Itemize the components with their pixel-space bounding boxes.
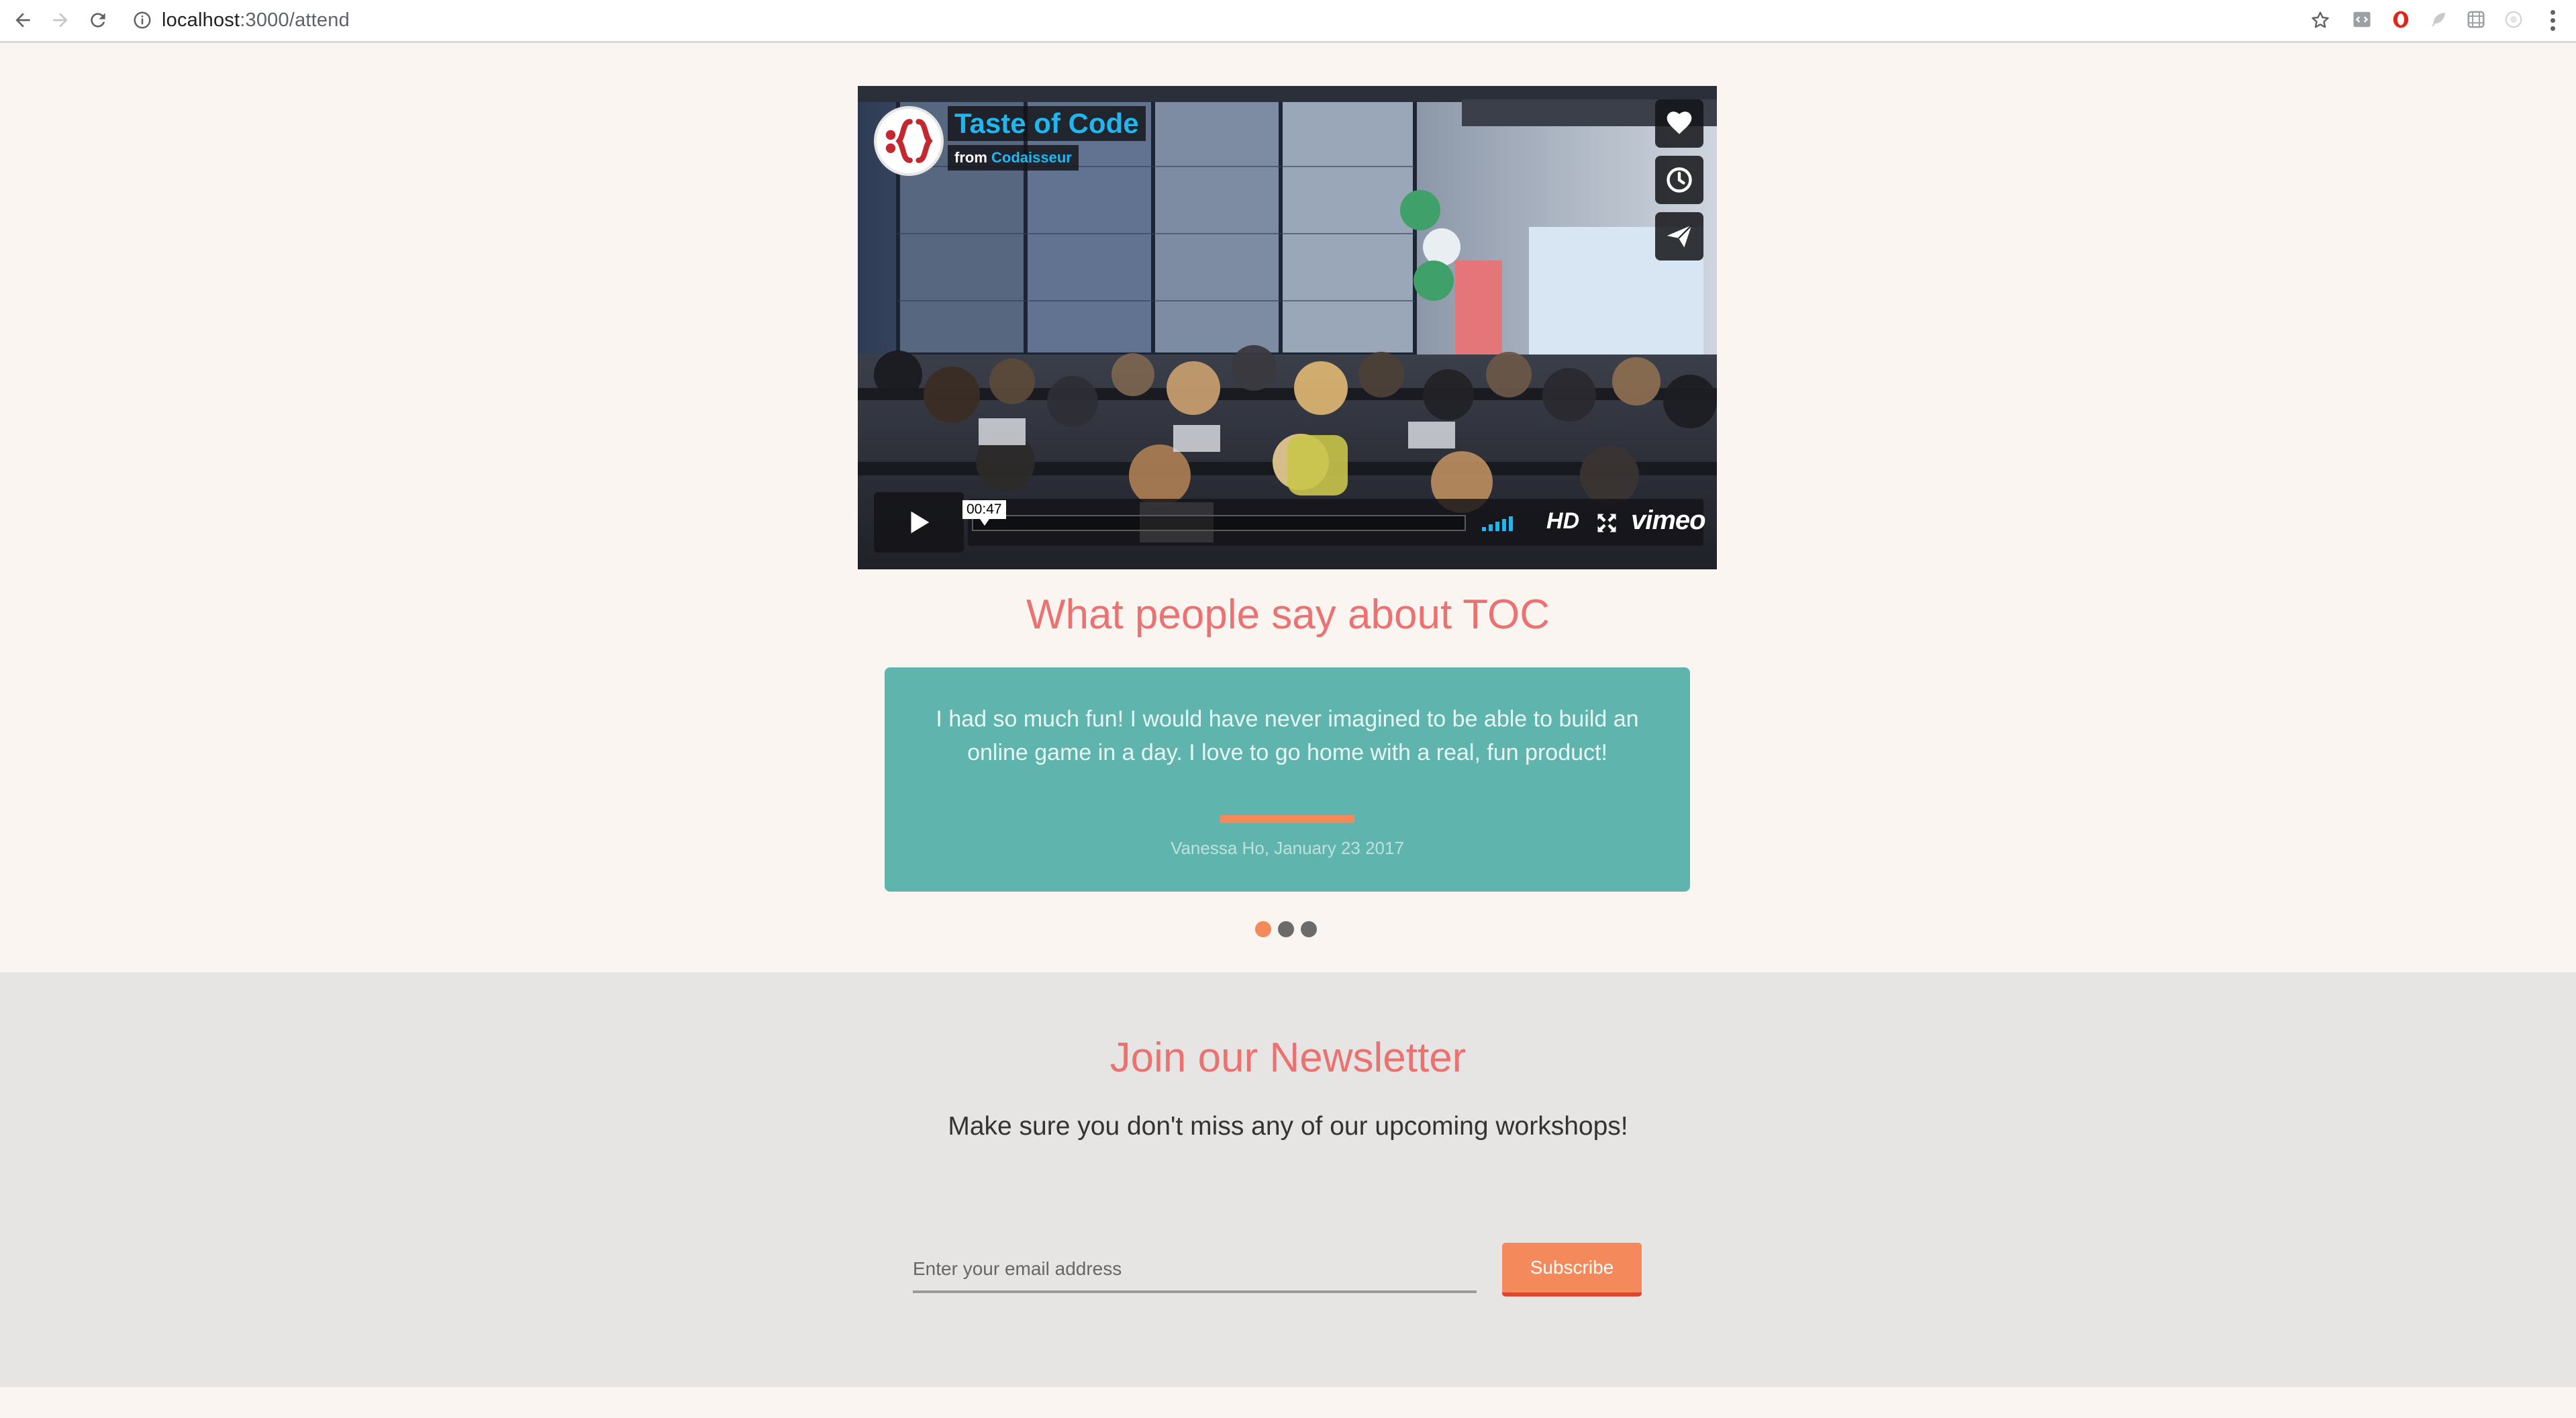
testimonial-card: I had so much fun! I would have never im… <box>885 667 1690 892</box>
reload-icon <box>91 13 105 28</box>
url-text: localhost:3000/attend <box>162 9 350 32</box>
address-bar[interactable]: localhost:3000/attend <box>124 3 2352 37</box>
video-branding: Taste of Code from Codaisseur <box>874 106 1146 176</box>
volume-icon[interactable] <box>1482 514 1513 531</box>
testimonial-quote: I had so much fun! I would have never im… <box>936 706 1639 765</box>
forward-button[interactable] <box>47 7 74 34</box>
share-button[interactable] <box>1655 212 1703 261</box>
extension-grid-icon[interactable] <box>2465 8 2487 31</box>
page-footer-strip <box>0 1387 2576 1418</box>
clock-icon <box>1667 167 1692 193</box>
browser-menu-button[interactable] <box>2542 7 2563 34</box>
video-title[interactable]: Taste of Code <box>948 106 1146 142</box>
carousel-dot-3[interactable] <box>1301 921 1317 937</box>
carousel-dot-2[interactable] <box>1278 921 1294 937</box>
play-button[interactable] <box>874 492 964 553</box>
extension-opera-icon[interactable] <box>2389 8 2412 31</box>
forward-arrow-icon <box>53 13 68 28</box>
bookmark-button[interactable] <box>2307 7 2334 34</box>
from-label: from <box>954 149 987 167</box>
newsletter-subtitle: Make sure you don't miss any of our upco… <box>948 1112 1628 1141</box>
video-author-line: from Codaisseur <box>948 145 1079 171</box>
video-author-link[interactable]: Codaisseur <box>991 149 1072 166</box>
codaisseur-logo[interactable] <box>874 106 944 176</box>
carousel-pagination <box>1255 921 1317 937</box>
testimonials-heading: What people say about TOC <box>1026 592 1550 638</box>
menu-dots-icon <box>2550 9 2555 15</box>
newsletter-heading: Join our Newsletter <box>1109 1035 1467 1081</box>
testimonial-author: Vanessa Ho, January 23 2017 <box>1171 838 1404 858</box>
carousel-dot-1[interactable] <box>1255 921 1271 937</box>
fullscreen-icon[interactable] <box>1595 511 1619 535</box>
browser-toolbar: localhost:3000/attend <box>0 0 2576 43</box>
extension-circle-icon[interactable] <box>2502 8 2525 31</box>
send-icon <box>1667 224 1693 248</box>
vimeo-logo[interactable]: vimeo <box>1631 506 1706 536</box>
like-button[interactable] <box>1655 99 1703 148</box>
star-icon <box>2312 11 2329 28</box>
url-path: :3000/attend <box>240 9 350 31</box>
timecode-tooltip: 00:47 <box>962 500 1006 526</box>
reload-button[interactable] <box>85 7 111 34</box>
newsletter-section: Join our Newsletter Make sure you don't … <box>0 972 2576 1387</box>
video-player[interactable]: Taste of Code from Codaisseur HD vimeo 0… <box>858 86 1717 569</box>
back-button[interactable] <box>9 7 36 34</box>
control-bar: HD vimeo <box>968 499 1706 546</box>
play-icon <box>911 511 930 534</box>
hd-toggle[interactable]: HD <box>1546 508 1579 534</box>
extension-feather-icon[interactable] <box>2427 8 2450 31</box>
subscribe-button[interactable]: Subscribe <box>1502 1243 1642 1296</box>
quote-divider <box>1220 815 1354 823</box>
url-host: localhost <box>162 9 240 31</box>
watch-later-button[interactable] <box>1655 156 1703 204</box>
info-icon[interactable] <box>132 10 152 30</box>
back-arrow-icon <box>15 13 30 28</box>
email-field[interactable] <box>913 1247 1477 1293</box>
progress-bar[interactable] <box>972 515 1466 531</box>
extension-devtools-icon[interactable] <box>2350 8 2373 31</box>
heart-icon <box>1667 111 1692 134</box>
